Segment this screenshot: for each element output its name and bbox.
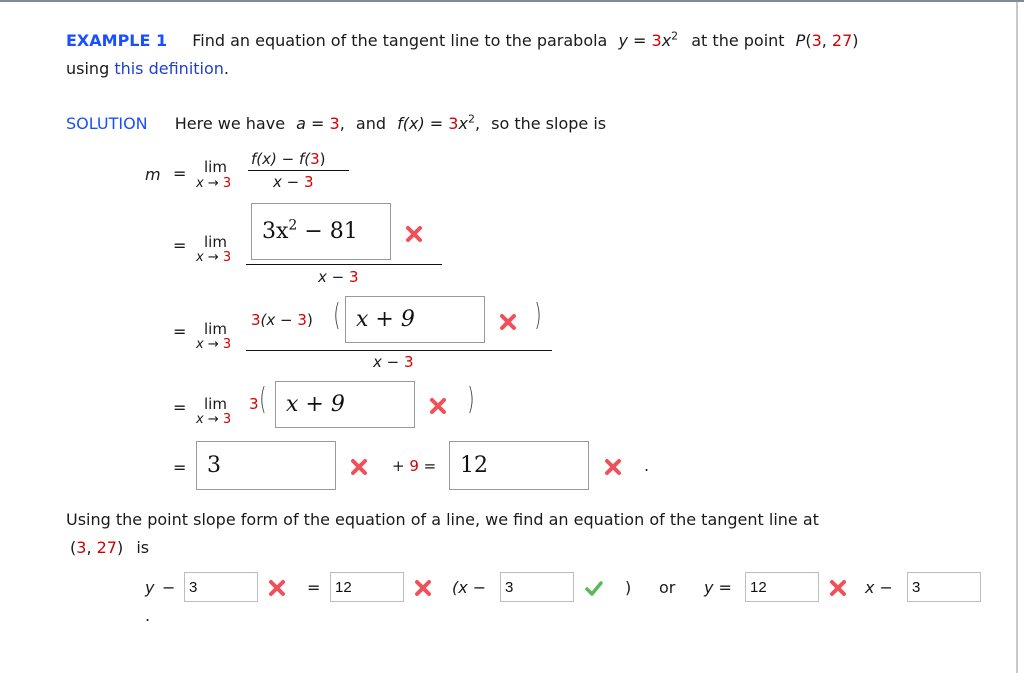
slope-input[interactable]: 12 <box>330 572 404 602</box>
lim-label: lim <box>204 158 227 176</box>
minus-sign: − <box>162 578 176 597</box>
y-equals-label: y = <box>704 578 732 597</box>
or-label: or <box>659 578 676 597</box>
lim-subscript: x → 3 <box>196 176 232 191</box>
scrollbar-track[interactable] <box>1016 2 1018 673</box>
point-p: P(3, 27) <box>795 31 859 50</box>
open-paren: ( <box>259 382 267 417</box>
tangent-text-line1: Using the point slope form of the equati… <box>66 510 819 529</box>
factor-input[interactable]: x + 9 <box>275 381 415 428</box>
incorrect-x-icon <box>415 580 431 596</box>
equals-sign: = <box>173 236 187 255</box>
step3-prefix: 3(x − 3) <box>251 311 313 329</box>
step2-denominator: x − 3 <box>318 268 359 286</box>
incorrect-x-icon <box>430 398 446 414</box>
limit-value-input[interactable]: 3 <box>196 441 336 490</box>
equals-sign: = <box>173 164 187 183</box>
incorrect-x-icon <box>351 459 367 475</box>
parabola-equation: y = 3x2 <box>618 29 679 50</box>
tangent-text-line2: (3, 27) is <box>70 538 150 557</box>
problem-text-1: Find an equation of the tangent line to … <box>192 31 608 50</box>
equals-sign: = <box>173 398 187 417</box>
lim-subscript: x → 3 <box>196 250 232 265</box>
equals-sign: = <box>307 578 321 597</box>
solution-label: SOLUTION <box>66 114 148 133</box>
problem-text-2: at the point <box>691 31 785 50</box>
x-minus-label: x − <box>865 578 893 597</box>
problem-statement-line1: EXAMPLE 1 Find an equation of the tangen… <box>66 31 859 50</box>
y-label: y <box>145 578 155 597</box>
incorrect-x-icon <box>500 314 516 330</box>
fraction-bar <box>248 170 349 171</box>
numerator-input[interactable]: 3x2 − 81 <box>251 203 391 260</box>
lim-label: lim <box>204 320 227 338</box>
open-paren-x-minus: (x − <box>452 578 487 597</box>
step1-numerator: f(x) − f(3) <box>251 150 326 168</box>
equals-sign: = <box>173 458 187 477</box>
top-border <box>0 0 1024 2</box>
lim-label: lim <box>204 395 227 413</box>
solution-line: SOLUTION Here we have a = 3, and f(x) = … <box>66 112 607 133</box>
lim-label: lim <box>204 233 227 251</box>
lim-subscript: x → 3 <box>196 412 232 427</box>
definition-link[interactable]: this definition <box>114 59 224 78</box>
intercept-input[interactable]: 3 <box>907 572 981 602</box>
y1-input[interactable]: 3 <box>184 572 258 602</box>
problem-statement-line2: using this definition. <box>66 59 229 78</box>
close-paren: ) <box>467 382 475 417</box>
period: . <box>644 456 650 475</box>
slope-intercept-slope-input[interactable]: 12 <box>745 572 819 602</box>
incorrect-x-icon <box>830 580 846 596</box>
example-label: EXAMPLE 1 <box>66 31 168 50</box>
m-label: m <box>145 165 161 184</box>
slope-result-input[interactable]: 12 <box>449 441 589 490</box>
period: . <box>145 606 151 625</box>
x1-input[interactable]: 3 <box>500 572 574 602</box>
equals-sign: = <box>173 322 187 341</box>
step3-denominator: x − 3 <box>373 353 414 371</box>
close-paren: ) <box>534 298 542 333</box>
open-paren: ( <box>333 298 341 333</box>
factor-input[interactable]: x + 9 <box>345 296 485 343</box>
incorrect-x-icon <box>605 459 621 475</box>
correct-check-icon <box>585 581 603 596</box>
incorrect-x-icon <box>406 226 422 242</box>
incorrect-x-icon <box>269 580 285 596</box>
fraction-bar <box>246 264 442 265</box>
step1-denominator: x − 3 <box>273 173 314 191</box>
lim-subscript: x → 3 <box>196 337 232 352</box>
plus-nine: + 9 = <box>392 457 437 475</box>
close-paren: ) <box>625 578 632 597</box>
step4-coefficient: 3 <box>249 395 259 413</box>
fraction-bar <box>246 350 552 351</box>
